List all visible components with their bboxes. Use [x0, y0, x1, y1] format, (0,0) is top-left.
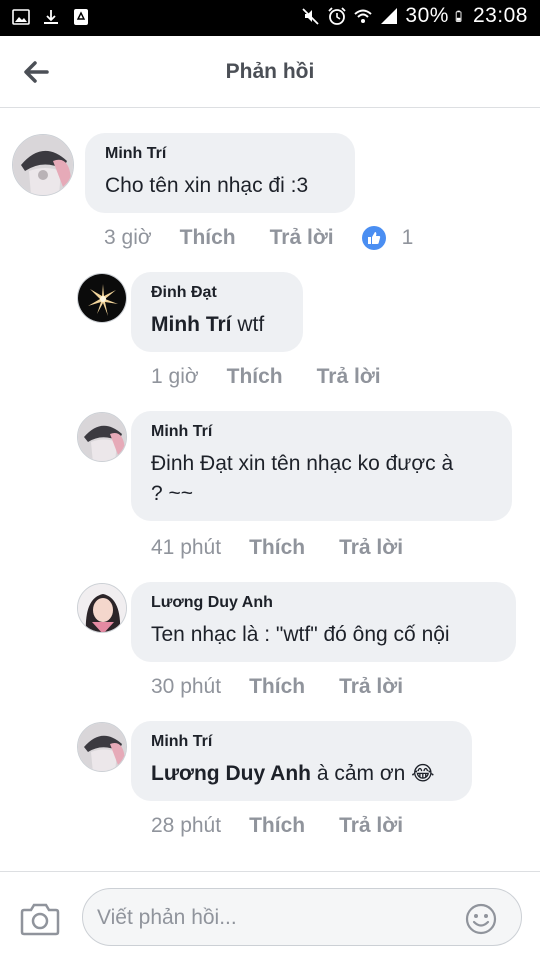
comment-author[interactable]: Đinh Đạt: [151, 284, 285, 302]
wifi-icon: [354, 9, 373, 23]
avatar[interactable]: [77, 583, 127, 633]
comment-author[interactable]: Minh Trí: [151, 733, 454, 751]
avatar[interactable]: [77, 722, 127, 772]
comment-text-line-1: Đinh Đạt xin tên nhạc ko được à: [151, 452, 454, 475]
comment-author[interactable]: Minh Trí: [105, 145, 337, 163]
top-bar: Phản hồi: [0, 36, 540, 108]
signal-icon: [381, 8, 398, 24]
download-notification-icon: [44, 10, 58, 24]
comment-actions: 41 phút Thích Trả lời: [151, 536, 437, 560]
comment-actions: 3 giờ Thích Trả lời 1: [104, 226, 413, 250]
gallery-notification-icon: [12, 9, 30, 25]
battery-percent: 30%: [405, 4, 449, 27]
comment-bubble: Minh Trí Cho tên xin nhạc đi :3: [85, 133, 355, 213]
like-button[interactable]: Thích: [227, 365, 283, 389]
like-reaction-icon[interactable]: [361, 226, 386, 250]
clock: 23:08: [472, 4, 528, 27]
reply-button[interactable]: Trả lời: [270, 226, 334, 250]
like-button[interactable]: Thích: [180, 226, 236, 250]
reaction-count[interactable]: 1: [402, 226, 414, 250]
like-button[interactable]: Thích: [249, 814, 305, 838]
comment-bubble: Lương Duy Anh Ten nhạc là : "wtf" đó ông…: [131, 582, 516, 662]
comment-author[interactable]: Minh Trí: [151, 423, 494, 441]
emoji-icon[interactable]: [465, 903, 497, 935]
mute-icon: [302, 8, 320, 25]
comment-text-rest: wtf: [231, 313, 265, 336]
avatar[interactable]: [77, 273, 127, 323]
comment-time: 41 phút: [151, 536, 222, 559]
mention-link[interactable]: Minh Trí: [151, 313, 232, 336]
comment-bubble: Minh Trí Đinh Đạt xin tên nhạc ko được à…: [131, 411, 512, 521]
comment-actions: 30 phút Thích Trả lời: [151, 675, 437, 699]
comment-text: Ten nhạc là : "wtf" đó ông cố nội: [151, 623, 450, 646]
status-bar: 30% 23:08: [0, 0, 540, 36]
like-button[interactable]: Thích: [249, 536, 305, 560]
reply-button[interactable]: Trả lời: [339, 814, 403, 838]
avatar-image: [78, 584, 126, 632]
battery-icon: [455, 10, 462, 22]
comment-actions: 28 phút Thích Trả lời: [151, 814, 437, 838]
comment-time: 3 giờ: [104, 226, 152, 249]
comment-text: Cho tên xin nhạc đi :3: [105, 174, 309, 197]
comment-actions: 1 giờ Thích Trả lời: [151, 365, 415, 389]
comment-time: 1 giờ: [151, 365, 199, 388]
comment-bubble: Đinh Đạt Minh Trí wtf: [131, 272, 303, 352]
reply-button[interactable]: Trả lời: [317, 365, 381, 389]
comment-bubble: Minh Trí Lương Duy Anh à cảm ơn 😂: [131, 721, 472, 801]
comment-text-line-2: ? ~~: [151, 482, 194, 505]
reply-composer: Viết phản hồi...: [0, 871, 540, 960]
page-title: Phản hồi: [225, 60, 315, 83]
recycle-notification-icon: [74, 9, 88, 25]
comment-text: Minh Trí wtf: [151, 310, 285, 340]
comment-time: 30 phút: [151, 675, 222, 698]
reply-input[interactable]: Viết phản hồi...: [82, 888, 522, 946]
like-button[interactable]: Thích: [249, 675, 305, 699]
avatar[interactable]: [77, 412, 127, 462]
avatar-image: [78, 274, 126, 322]
camera-icon[interactable]: [20, 902, 60, 936]
avatar-image: [13, 135, 73, 195]
reply-input-placeholder: Viết phản hồi...: [97, 906, 237, 929]
avatar-image: [78, 413, 126, 461]
mention-link[interactable]: Lương Duy Anh: [151, 762, 311, 785]
avatar-image: [78, 723, 126, 771]
comment-time: 28 phút: [151, 814, 222, 837]
alarm-icon: [328, 7, 347, 25]
reply-button[interactable]: Trả lời: [339, 536, 403, 560]
comment-author[interactable]: Lương Duy Anh: [151, 594, 498, 612]
comment-text-rest: à cảm ơn: [311, 762, 406, 785]
tears-of-joy-emoji: 😂: [411, 763, 435, 785]
avatar[interactable]: [12, 134, 74, 196]
comment-text: Lương Duy Anh à cảm ơn 😂: [151, 759, 454, 789]
reply-button[interactable]: Trả lời: [339, 675, 403, 699]
